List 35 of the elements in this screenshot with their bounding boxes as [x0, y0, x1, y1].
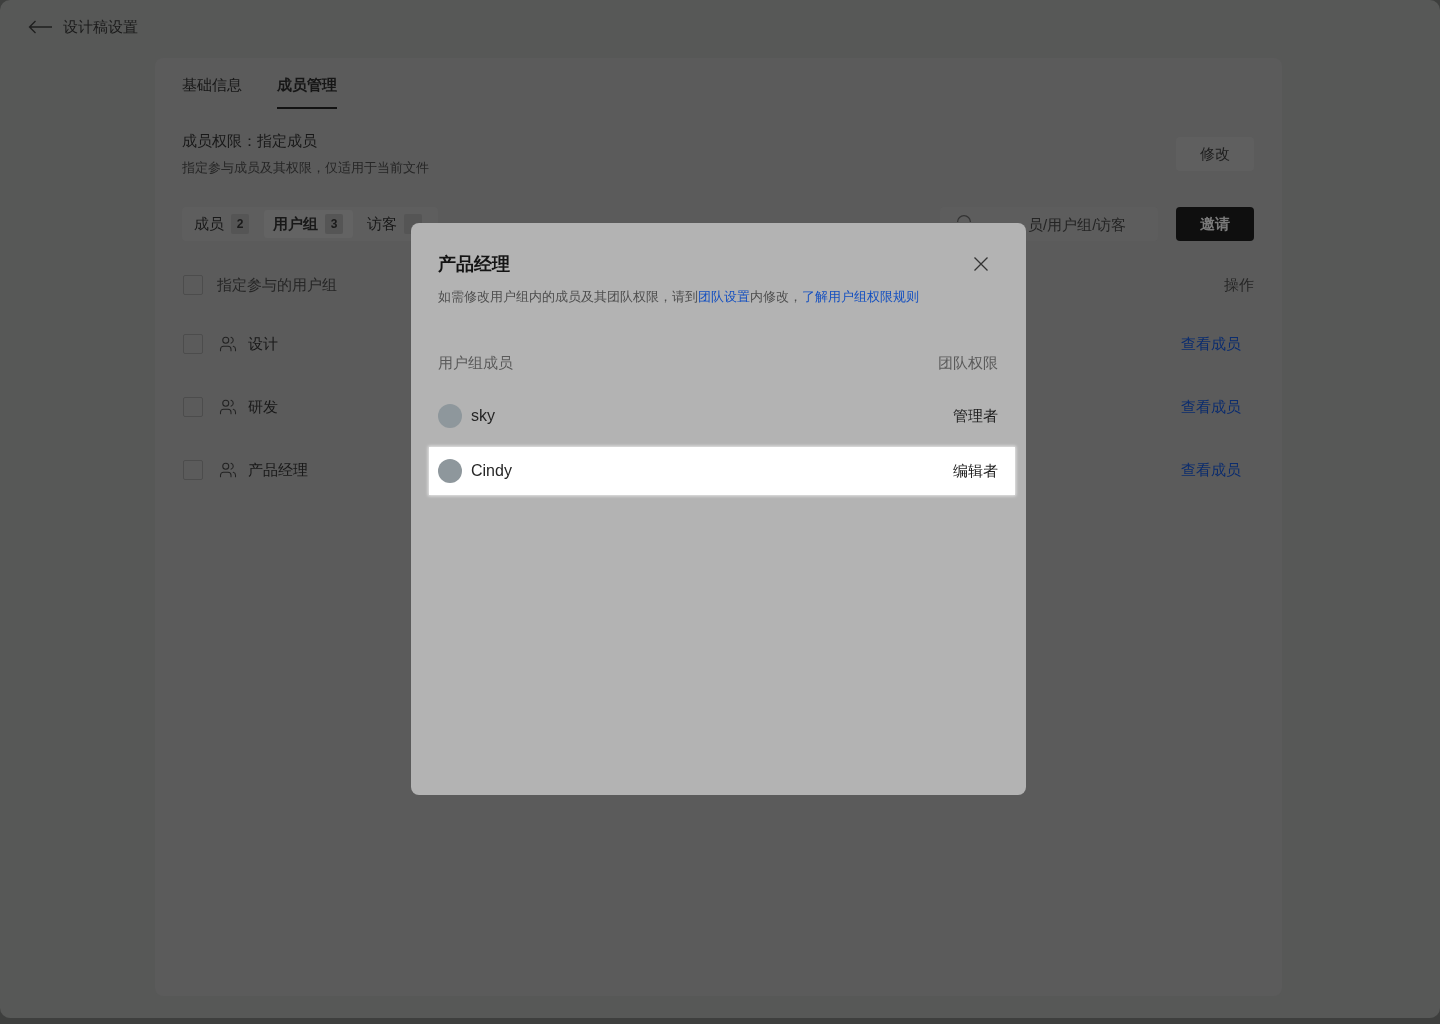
edit-button[interactable]: 修改 — [1176, 137, 1254, 171]
description-link[interactable]: 团队设置 — [698, 289, 750, 304]
tab[interactable]: 基础信息 — [182, 70, 242, 109]
close-button[interactable] — [974, 257, 988, 271]
tab[interactable]: 成员管理 — [277, 70, 337, 109]
permission-title: 成员权限：指定成员 — [182, 131, 318, 151]
back-arrow-icon — [28, 20, 52, 34]
invite-button[interactable]: 邀请 — [1176, 207, 1254, 241]
group-name: 研发 — [248, 396, 278, 417]
member-name: sky — [471, 406, 495, 426]
member-role: 管理者 — [953, 406, 998, 426]
back-button[interactable] — [28, 20, 52, 34]
member-role: 编辑者 — [953, 461, 998, 481]
description-link[interactable]: 了解用户组权限规则 — [802, 289, 919, 304]
count-badge: 3 — [325, 214, 343, 234]
view-members-link[interactable]: 查看成员 — [1181, 333, 1241, 354]
search-icon — [957, 215, 971, 222]
modal-description: 如需修改用户组内的成员及其团队权限，请到团队设置内修改，了解用户组权限规则 — [438, 288, 920, 306]
avatar-placeholder — [438, 404, 462, 428]
column-header: 用户组成员 — [438, 353, 513, 373]
close-icon — [974, 257, 988, 271]
view-members-link[interactable]: 查看成员 — [1181, 396, 1241, 417]
group-name: 设计 — [248, 333, 278, 354]
users-icon — [219, 460, 237, 479]
modal-title: 产品经理 — [438, 253, 510, 276]
view-members-link[interactable]: 查看成员 — [1181, 459, 1241, 480]
group-name: 产品经理 — [248, 459, 308, 480]
users-icon — [219, 397, 237, 416]
member-name: Cindy — [471, 461, 512, 481]
count-badge: 2 — [231, 214, 249, 234]
users-icon — [219, 334, 237, 353]
filter-tab[interactable]: 成员 2 — [185, 210, 259, 238]
avatar-placeholder — [438, 459, 462, 483]
column-header: 团队权限 — [938, 353, 998, 373]
filter-tab[interactable]: 用户组 3 — [264, 210, 353, 238]
